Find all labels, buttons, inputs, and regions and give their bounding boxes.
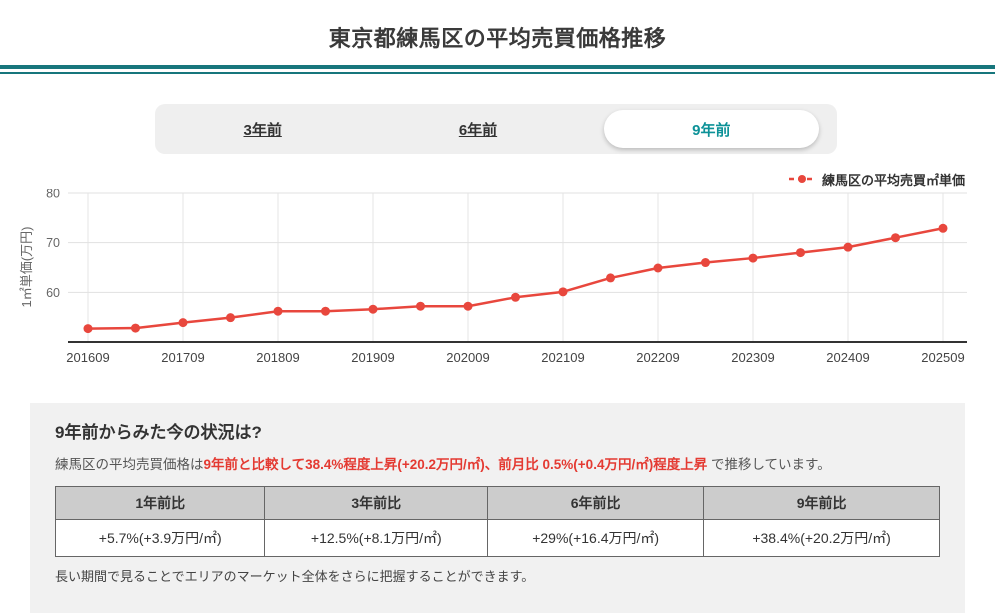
comparison-table: 1年前比 3年前比 6年前比 9年前比 +5.7%(+3.9万円/㎡) +12.… [54,486,940,557]
header-3yr: 3年前比 [264,486,489,520]
tab-9-years-ago[interactable]: 9年前 [603,110,819,148]
header-divider-thin-line [0,72,995,74]
tab-6-years-ago[interactable]: 6年前 [370,104,585,154]
data-point[interactable] [416,301,425,311]
x-tick-label: 202009 [446,350,489,365]
data-point[interactable] [843,242,853,252]
x-tick-label: 202409 [826,350,869,365]
header-6yr: 6年前比 [487,486,705,520]
x-tick-label: 201609 [66,350,109,365]
tab-6-years-ago-label: 6年前 [458,121,498,139]
tab-3-years-ago[interactable]: 3年前 [155,104,370,154]
data-point[interactable] [511,292,520,302]
page-title: 東京都練馬区の平均売買価格推移 [328,26,667,51]
period-tab-bar: 3年前 6年前 9年前 [155,104,837,154]
value-9yr: +38.4%(+20.2万円/㎡) [703,519,940,557]
x-tick-label: 202509 [921,350,964,365]
data-point[interactable] [748,253,758,263]
data-point[interactable] [368,304,378,314]
summary-heading: 9年前からみた今の状況は? [55,423,262,442]
x-tick-label: 201709 [161,350,204,365]
header-divider [0,65,995,74]
header-9yr: 9年前比 [703,486,940,520]
data-point[interactable] [606,273,615,283]
data-point[interactable] [701,258,710,268]
y-tick-label: 80 [46,189,60,201]
x-tick-label: 202309 [731,350,774,365]
summary-footnote: 長い期間で見ることでエリアのマーケット全体をさらに把握することができます。 [55,569,535,584]
data-point[interactable] [796,248,805,258]
summary-lead: 練馬区の平均売買価格は9年前と比較して38.4%程度上昇(+20.2万円/㎡)、… [55,453,940,473]
data-point[interactable] [131,323,140,333]
y-axis-title: 1㎡単価(万円) [19,227,34,308]
value-1yr: +5.7%(+3.9万円/㎡) [54,519,266,557]
value-3yr: +12.5%(+8.1万円/㎡) [264,519,489,557]
data-point[interactable] [891,233,900,243]
x-tick-label: 201909 [351,350,394,365]
chart-legend[interactable]: 練馬区の平均売買㎡単価 [0,171,995,188]
summary-lead-suffix: で推移しています。 [707,457,831,472]
summary-panel: 9年前からみた今の状況は? 練馬区の平均売買価格は9年前と比較して38.4%程度… [30,403,965,613]
data-point[interactable] [226,313,235,323]
comparison-table-value-row: +5.7%(+3.9万円/㎡) +12.5%(+8.1万円/㎡) +29%(+1… [54,519,940,557]
data-point[interactable] [178,318,188,328]
header-1yr: 1年前比 [54,486,266,520]
data-point[interactable] [83,324,93,334]
tab-3-years-ago-label: 3年前 [243,121,282,139]
legend-marker-icon [788,175,815,183]
price-line [87,227,944,330]
data-point[interactable] [273,306,283,316]
legend-label: 練馬区の平均売買㎡単価 [821,172,965,188]
header-divider-thick-line [0,65,995,69]
y-tick-label: 60 [46,286,60,300]
data-point[interactable] [653,263,663,273]
y-tick-label: 70 [46,236,60,250]
x-tick-label: 202209 [636,350,679,365]
summary-lead-highlight: 9年前と比較して38.4%程度上昇(+20.2万円/㎡)、前月比 0.5%(+0… [203,457,708,472]
x-tick-label: 201809 [256,350,299,365]
data-point[interactable] [938,223,948,233]
value-6yr: +29%(+16.4万円/㎡) [487,519,705,557]
comparison-table-header-row: 1年前比 3年前比 6年前比 9年前比 [54,486,940,520]
summary-lead-prefix: 練馬区の平均売買価格は [55,457,204,472]
x-tick-label: 202109 [541,350,584,365]
tab-9-years-ago-label: 9年前 [692,121,731,139]
data-point[interactable] [463,301,473,311]
data-point[interactable] [558,287,568,297]
price-trend-line-chart: 201609 201709 201809 201909 202009 202109 2022… [19,189,967,365]
data-point[interactable] [321,306,330,316]
